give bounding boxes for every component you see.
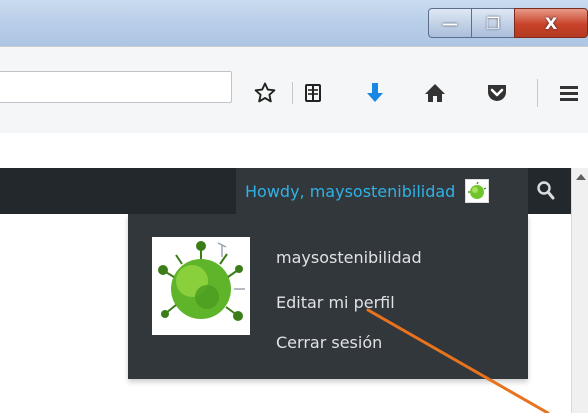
minimize-icon: — xyxy=(442,13,458,33)
profile-username-link[interactable]: maysostenibilidad xyxy=(276,248,422,267)
close-button[interactable]: X xyxy=(514,8,588,38)
account-menu-button[interactable]: Howdy, maysostenibilidad xyxy=(236,168,528,214)
logout-link[interactable]: Cerrar sesión xyxy=(276,333,382,352)
account-dropdown: maysostenibilidad Editar mi perfil Cerra… xyxy=(128,214,528,379)
minimize-button[interactable]: — xyxy=(428,8,472,38)
edit-profile-link[interactable]: Editar mi perfil xyxy=(276,293,395,312)
toolbar-separator xyxy=(537,79,538,107)
browser-toolbar xyxy=(0,46,588,133)
url-bar[interactable] xyxy=(0,71,232,103)
reading-list-icon[interactable] xyxy=(300,81,326,105)
bookmark-star-icon[interactable] xyxy=(252,81,278,105)
page-scrollbar[interactable] xyxy=(571,168,588,413)
scroll-up-arrow-icon[interactable] xyxy=(576,174,586,180)
close-icon: X xyxy=(544,13,558,33)
toolbar-separator xyxy=(292,82,293,104)
window-titlebar: — ❐ X xyxy=(0,0,588,46)
pocket-icon[interactable] xyxy=(484,81,510,105)
avatar xyxy=(465,179,490,203)
search-icon[interactable] xyxy=(536,180,556,202)
download-icon[interactable] xyxy=(362,81,388,105)
menu-icon[interactable] xyxy=(556,81,582,105)
home-icon[interactable] xyxy=(422,81,448,105)
howdy-greeting: Howdy, maysostenibilidad xyxy=(245,181,456,201)
maximize-icon: ❐ xyxy=(485,13,501,33)
maximize-button[interactable]: ❐ xyxy=(471,8,515,38)
profile-avatar[interactable] xyxy=(152,237,250,335)
